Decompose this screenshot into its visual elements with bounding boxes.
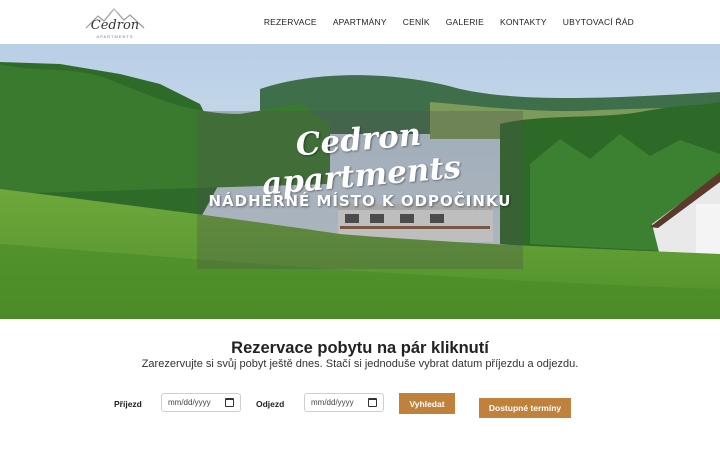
booking-description: Zarezervujte si svůj pobyt ještě dnes. S…: [141, 358, 579, 370]
nav-item-kontakty[interactable]: KONTAKTY: [500, 17, 547, 27]
departure-date-input[interactable]: mm/dd/yyyy: [304, 393, 384, 412]
nav-item-ubytovaci-rad[interactable]: UBYTOVACÍ ŘÁD: [563, 17, 634, 27]
calendar-icon[interactable]: [368, 398, 377, 407]
arrival-label: Příjezd: [114, 399, 142, 409]
departure-date-placeholder: mm/dd/yyyy: [311, 398, 354, 407]
available-dates-button[interactable]: Dostupné termíny: [479, 398, 571, 418]
arrival-date-input[interactable]: mm/dd/yyyy: [161, 393, 241, 412]
main-nav: REZERVACE APARTMÁNY CENÍK GALERIE KONTAK…: [264, 0, 634, 44]
nav-item-rezervace[interactable]: REZERVACE: [264, 17, 317, 27]
site-logo[interactable]: Cedron APARTMENTS: [84, 6, 146, 40]
booking-heading: Rezervace pobytu na pár kliknutí: [231, 339, 489, 357]
departure-label: Odjezd: [256, 399, 285, 409]
hero-banner: Cedron apartments NÁDHERNÉ MÍSTO K ODPOČ…: [0, 44, 720, 319]
top-navigation-bar: Cedron APARTMENTS REZERVACE APARTMÁNY CE…: [0, 0, 720, 44]
arrival-date-placeholder: mm/dd/yyyy: [168, 398, 211, 407]
nav-item-galerie[interactable]: GALERIE: [446, 17, 484, 27]
search-button[interactable]: Vyhledat: [399, 393, 455, 414]
logo-subtext: APARTMENTS: [96, 34, 134, 39]
hero-subtitle: NÁDHERNÉ MÍSTO K ODPOČINKU: [208, 192, 512, 210]
logo-text: Cedron: [90, 18, 140, 33]
calendar-icon[interactable]: [225, 398, 234, 407]
nav-item-apartmany[interactable]: APARTMÁNY: [333, 17, 387, 27]
nav-item-cenik[interactable]: CENÍK: [403, 17, 430, 27]
